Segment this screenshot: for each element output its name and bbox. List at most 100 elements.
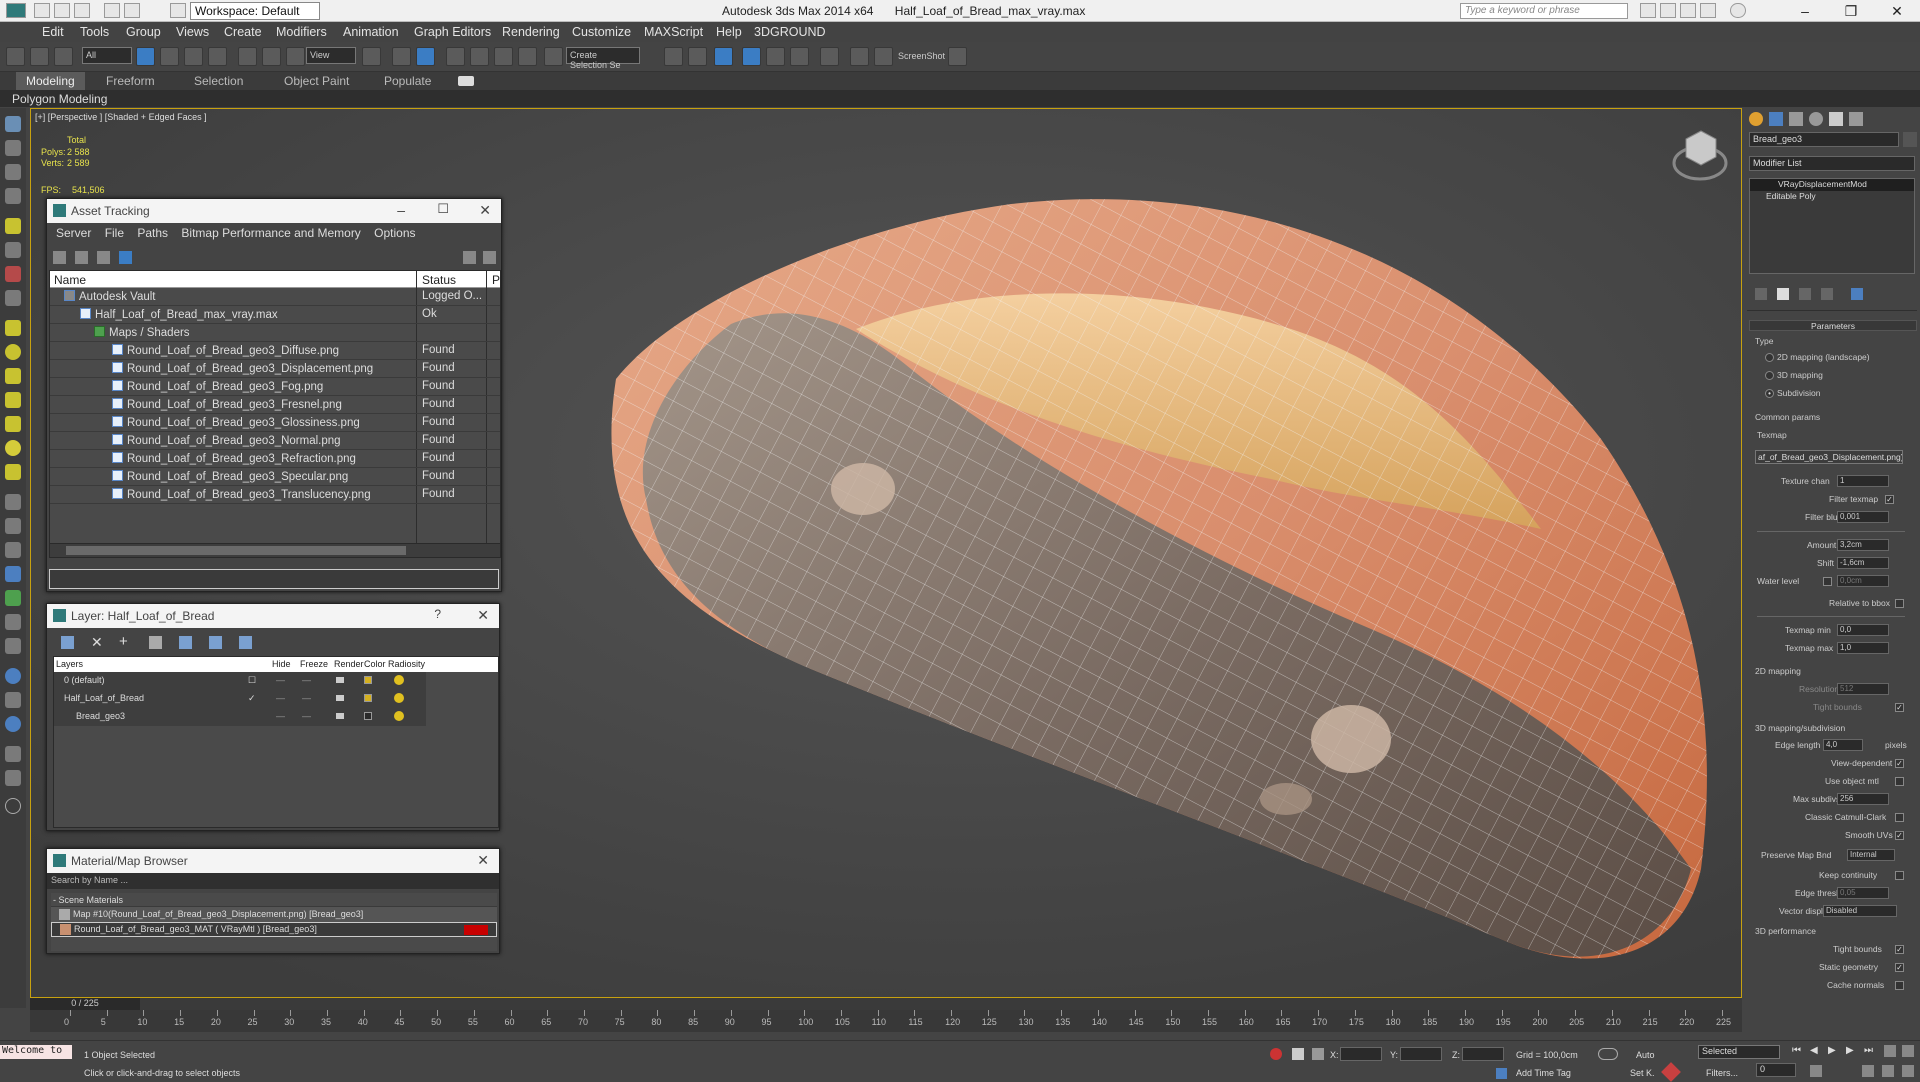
auto-key-button[interactable]: Auto [1636, 1050, 1655, 1060]
time-slider-thumb[interactable]: 0 / 225 [30, 998, 140, 1010]
cameras-icon[interactable] [5, 188, 21, 204]
hierarchy-icon[interactable] [5, 518, 21, 534]
helpers-icon[interactable] [5, 218, 21, 234]
freeze-toggle[interactable]: — [302, 711, 311, 721]
maximize-button[interactable]: ☐ [437, 201, 449, 217]
layer-explorer-icon[interactable] [742, 47, 761, 66]
settings-icon[interactable] [483, 251, 496, 264]
modifier-list-dropdown[interactable]: Modifier List [1749, 156, 1915, 171]
x-coordinate-field[interactable] [1340, 1047, 1382, 1061]
lights-icon[interactable] [5, 164, 21, 180]
mirror-icon[interactable] [664, 47, 683, 66]
make-unique-icon[interactable] [1799, 288, 1811, 300]
keep-continuity-checkbox[interactable] [1895, 871, 1904, 880]
asset-row[interactable]: Round_Loaf_of_Bread_geo3_Diffuse.png Foun… [50, 342, 500, 360]
unlink-icon[interactable] [30, 47, 49, 66]
menu-server[interactable]: Server [56, 226, 91, 240]
render-teapot-icon[interactable] [948, 47, 967, 66]
asset-row[interactable]: Round_Loaf_of_Bread_geo3_Refraction.png F… [50, 450, 500, 468]
lock-icon[interactable] [1292, 1048, 1304, 1060]
zoom-icon[interactable] [1884, 1045, 1896, 1057]
asset-row[interactable]: Autodesk Vault Logged O... [50, 288, 500, 306]
box-icon[interactable] [5, 320, 21, 336]
rectangular-selection-icon[interactable] [184, 47, 203, 66]
rotate-icon[interactable] [262, 47, 281, 66]
layer-titlebar[interactable]: Layer: Half_Loaf_of_Bread ? ✕ [47, 604, 499, 628]
layer-row[interactable]: 0 (default) ☐ — — [54, 672, 426, 690]
stack-item-vray-displacement[interactable]: VRayDisplacementMod [1750, 179, 1914, 191]
object-name-field[interactable]: Bread_geo3 [1749, 132, 1899, 147]
help-search-input[interactable]: Type a keyword or phrase [1460, 3, 1628, 19]
menu-customize[interactable]: Customize [572, 25, 631, 39]
scene-icon[interactable] [5, 770, 21, 786]
polygon-modeling-label[interactable]: Polygon Modeling [12, 92, 107, 106]
add-to-layer-icon[interactable]: + [119, 633, 128, 650]
hierarchy-tab-icon[interactable] [1789, 112, 1803, 126]
asset-row[interactable]: Round_Loaf_of_Bread_geo3_Glossiness.png F… [50, 414, 500, 432]
geosphere-icon[interactable] [5, 464, 21, 480]
menu-file[interactable]: File [105, 226, 124, 240]
close-button[interactable]: ✕ [479, 202, 491, 219]
material-editor-icon[interactable] [820, 47, 839, 66]
snaps-toggle-icon[interactable] [446, 47, 465, 66]
new-file-icon[interactable] [34, 3, 50, 18]
link-icon[interactable] [6, 47, 25, 66]
exchange-icon[interactable] [1700, 3, 1716, 18]
scene-explorer-icon[interactable] [714, 47, 733, 66]
asset-tracking-titlebar[interactable]: Asset Tracking – ☐ ✕ [47, 199, 501, 223]
set-key-button[interactable]: Set K. [1630, 1068, 1655, 1078]
named-selection-set-dropdown[interactable]: Create Selection Se [566, 47, 640, 70]
paint-icon[interactable] [5, 638, 21, 654]
select-objects-icon[interactable] [149, 636, 162, 649]
utilities-icon[interactable] [5, 590, 21, 606]
sphere-icon[interactable] [5, 344, 21, 360]
asset-path-field[interactable] [49, 569, 499, 589]
layer-color-swatch[interactable] [364, 694, 372, 702]
vector-displ-dropdown[interactable]: Disabled [1823, 905, 1897, 917]
texture-chan-spinner[interactable]: 1 [1837, 475, 1889, 487]
spinner-snap-icon[interactable] [518, 47, 537, 66]
select-object-icon[interactable] [136, 47, 155, 66]
time-tag-icon[interactable] [1496, 1068, 1507, 1079]
asset-row[interactable]: Round_Loaf_of_Bread_geo3_Fresnel.png Foun… [50, 396, 500, 414]
hide-toggle[interactable]: — [276, 711, 285, 721]
systems-icon[interactable] [5, 266, 21, 282]
motion-tab-icon[interactable] [1809, 112, 1823, 126]
menu-animation[interactable]: Animation [343, 25, 399, 39]
maxscript-listener[interactable]: Welcome to [0, 1045, 72, 1059]
zoom-all-icon[interactable] [1902, 1045, 1914, 1057]
configure-sets-icon[interactable] [1851, 288, 1863, 300]
asset-row[interactable]: Round_Loaf_of_Bread_geo3_Displacement.pn… [50, 360, 500, 378]
header-render[interactable]: Render [334, 659, 364, 669]
water-level-checkbox[interactable] [1823, 577, 1832, 586]
selection-filter-dropdown[interactable]: All [82, 47, 132, 64]
move-icon[interactable] [238, 47, 257, 66]
material-search-input[interactable]: Search by Name ... [47, 873, 499, 889]
modifier-icon[interactable] [5, 494, 21, 510]
column-path[interactable]: P [492, 273, 500, 287]
shapes-icon[interactable] [5, 140, 21, 156]
layers-icon[interactable] [5, 746, 21, 762]
restore-button[interactable]: ❐ [1828, 0, 1874, 22]
vray-icon[interactable] [5, 716, 21, 732]
menu-edit[interactable]: Edit [42, 25, 64, 39]
tab-modeling[interactable]: Modeling [16, 72, 85, 90]
hide-toggle[interactable]: — [276, 693, 285, 703]
pivot-center-icon[interactable] [362, 47, 381, 66]
asset-row[interactable]: Round_Loaf_of_Bread_geo3_Translucency.pn… [50, 486, 500, 504]
select-by-name-icon[interactable] [160, 47, 179, 66]
menu-bitmap-performance[interactable]: Bitmap Performance and Memory [181, 226, 360, 240]
freeze-toggle[interactable]: — [302, 693, 311, 703]
absolute-mode-icon[interactable] [1312, 1048, 1324, 1060]
tab-object-paint[interactable]: Object Paint [274, 72, 359, 90]
go-to-start-icon[interactable]: ⏮ [1792, 1045, 1801, 1056]
new-layer-icon[interactable] [61, 636, 74, 649]
light-omni-icon[interactable] [5, 440, 21, 456]
curve-editor-icon[interactable] [790, 47, 809, 66]
header-layers[interactable]: Layers [56, 659, 83, 669]
remove-modifier-icon[interactable] [1821, 288, 1833, 300]
filter-blur-spinner[interactable]: 0,001 [1837, 511, 1889, 523]
menu-maxscript[interactable]: MAXScript [644, 25, 703, 39]
horizontal-scrollbar[interactable] [50, 543, 500, 557]
tight-bounds-checkbox[interactable]: ✓ [1895, 703, 1904, 712]
